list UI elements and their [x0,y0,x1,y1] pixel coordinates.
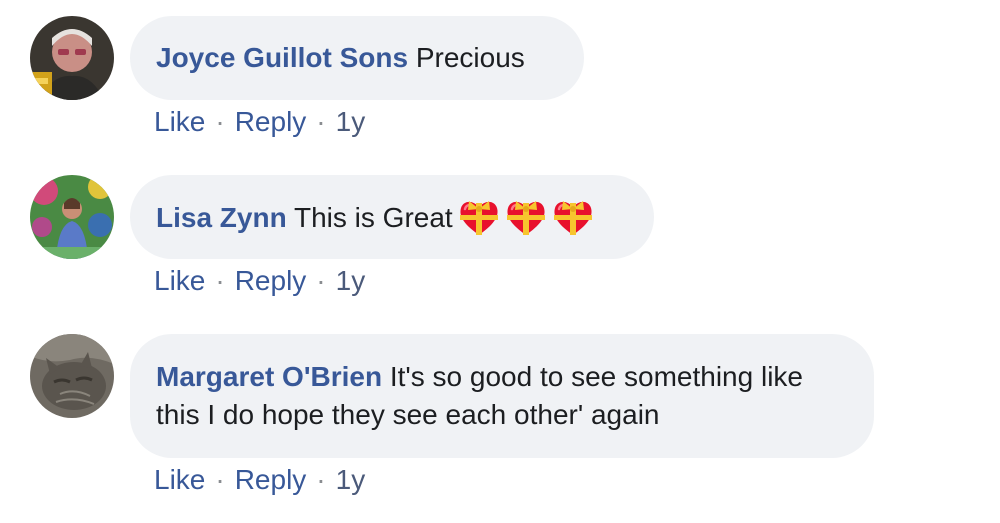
separator-dot: · [316,265,326,296]
avatar-image [30,175,114,259]
comment-actions: Like · Reply · 1y [154,265,365,297]
comment-actions: Like · Reply · 1y [154,106,365,138]
comment-timestamp[interactable]: 1y [336,106,366,137]
comment-bubble: Joyce Guillot Sons Precious [130,16,584,100]
comment-timestamp[interactable]: 1y [336,464,366,495]
comment-text: Margaret O'Brien It's so good to see som… [156,358,836,434]
like-link[interactable]: Like [154,464,205,495]
separator-dot: · [215,265,225,296]
comment-author-link[interactable]: Margaret O'Brien [156,361,382,392]
reply-link[interactable]: Reply [235,464,307,495]
avatar[interactable] [30,334,114,418]
comment-author-link[interactable]: Lisa Zynn [156,202,287,233]
avatar[interactable] [30,175,114,259]
heart-with-ribbon-icon [458,197,500,237]
comment-text: Joyce Guillot Sons Precious [156,39,525,77]
comment-text: Lisa Zynn This is Great [156,197,594,237]
comment-bubble: Margaret O'Brien It's so good to see som… [130,334,874,458]
separator-dot: · [316,464,326,495]
comment-body: This is Great [293,202,453,233]
avatar-image [30,334,114,418]
separator-dot: · [215,464,225,495]
comment-actions: Like · Reply · 1y [154,464,365,496]
comment-bubble: Lisa Zynn This is Great [130,175,654,259]
heart-with-ribbon-icon [552,197,594,237]
avatar[interactable] [30,16,114,100]
comment-author-link[interactable]: Joyce Guillot Sons [156,42,408,73]
separator-dot: · [215,106,225,137]
reply-link[interactable]: Reply [235,265,307,296]
reply-link[interactable]: Reply [235,106,307,137]
comment-body: Precious [415,42,525,73]
like-link[interactable]: Like [154,265,205,296]
comment-timestamp[interactable]: 1y [336,265,366,296]
heart-with-ribbon-icon [505,197,547,237]
separator-dot: · [316,106,326,137]
avatar-image [30,16,114,100]
like-link[interactable]: Like [154,106,205,137]
